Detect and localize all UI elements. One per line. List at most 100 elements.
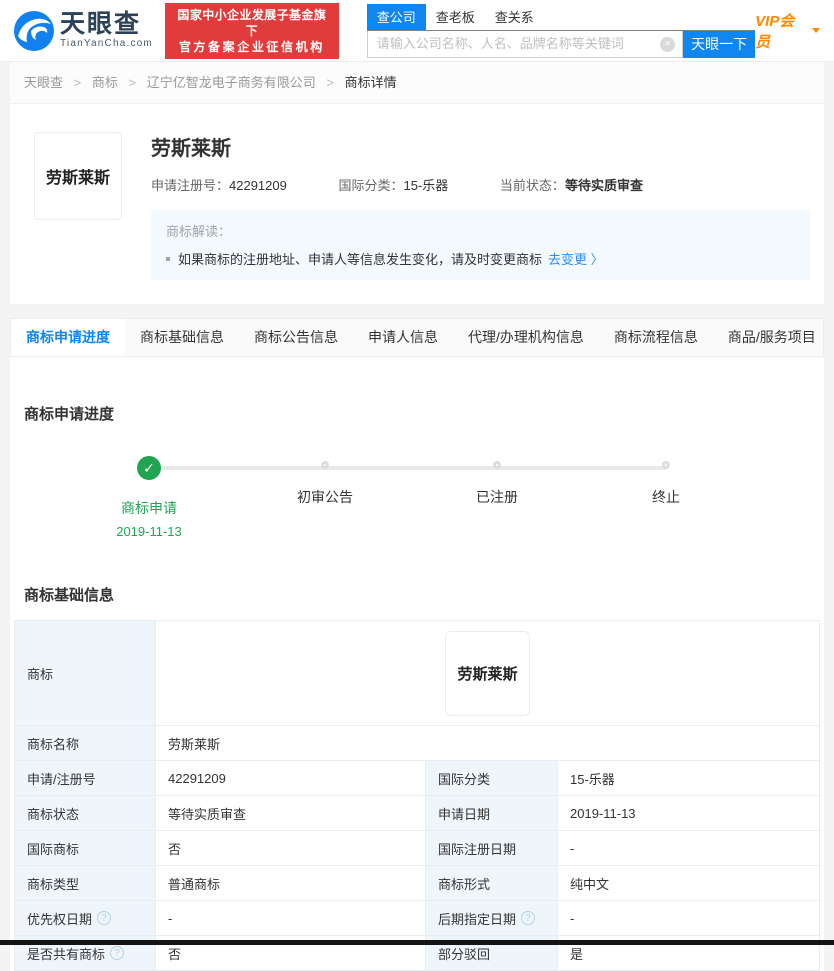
breadcrumb-separator: > — [128, 75, 137, 90]
table-label: 国际分类 — [426, 761, 558, 796]
breadcrumb-trademark[interactable]: 商标 — [92, 75, 118, 90]
step-date: 2019-11-13 — [116, 524, 182, 539]
breadcrumb-current: 商标详情 — [344, 75, 397, 90]
table-value: - — [156, 901, 426, 936]
badge-line2: 官方备案企业征信机构 — [178, 39, 325, 54]
header-search: 查公司 查老板 查关系 × 天眼一下 — [366, 3, 756, 58]
table-value: 2019-11-13 — [558, 796, 820, 831]
vip-menu[interactable]: VIP会员 — [755, 10, 820, 52]
logo-domain: TianYanCha.com — [60, 38, 153, 49]
tab-applicant-info[interactable]: 申请人信息 — [353, 319, 453, 356]
table-label: 商标类型 — [15, 866, 156, 901]
search-tab-boss[interactable]: 查老板 — [426, 4, 485, 30]
table-label: 优先权日期 — [27, 911, 93, 927]
help-icon[interactable]: ? — [110, 946, 125, 960]
check-icon: ✓ — [137, 456, 161, 480]
timeline-step-terminated: 终止 — [586, 446, 746, 507]
detail-tabbar: 商标申请进度 商标基础信息 商标公告信息 申请人信息 代理/办理机构信息 商标流… — [10, 318, 824, 357]
basic-info-table: 商标 劳斯莱斯 商标名称 劳斯莱斯 申请/注册号 42291209 国际分类 1… — [14, 620, 820, 971]
table-label: 商标形式 — [426, 866, 558, 901]
basic-info-section-title: 商标基础信息 — [24, 587, 115, 604]
trademark-overview-card: 劳斯莱斯 劳斯莱斯 申请注册号：42291209 国际分类：15-乐器 当前状态… — [10, 104, 824, 304]
step-label: 已注册 — [476, 489, 518, 505]
table-value: 否 — [156, 831, 426, 866]
trademark-image-small[interactable]: 劳斯莱斯 — [445, 630, 530, 716]
search-button[interactable]: 天眼一下 — [683, 30, 756, 58]
table-label: 商标状态 — [15, 796, 156, 831]
search-input[interactable] — [366, 30, 684, 58]
table-label: 国际商标 — [15, 831, 156, 866]
breadcrumb-company[interactable]: 辽宁亿智龙电子商务有限公司 — [147, 75, 316, 90]
intl-class-value: 15-乐器 — [403, 178, 449, 193]
table-value: 纯中文 — [558, 866, 820, 901]
table-label-with-help: 优先权日期 ? — [15, 901, 156, 936]
application-timeline: ✓ 商标申请 2019-11-13 初审公告 已注册 终止 — [10, 446, 824, 564]
tab-agency-info[interactable]: 代理/办理机构信息 — [453, 319, 599, 356]
search-tabs: 查公司 查老板 查关系 — [366, 3, 756, 31]
trademark-image[interactable]: 劳斯莱斯 — [34, 132, 122, 220]
table-label-with-help: 后期指定日期 ? — [426, 901, 558, 936]
table-value: 劳斯莱斯 — [156, 726, 820, 761]
trademark-tip-box: 商标解读： 如果商标的注册地址、申请人等信息发生变化，请及时变更商标 去变更 〉 — [151, 210, 810, 280]
tianyancha-logo-icon — [14, 10, 54, 51]
tianyancha-logo[interactable]: 天眼查 TianYanCha.com — [14, 10, 153, 51]
official-badge: 国家中小企业发展子基金旗下 官方备案企业征信机构 — [164, 2, 339, 59]
go-change-link[interactable]: 去变更 〉 — [548, 249, 604, 268]
table-label: 后期指定日期 — [438, 911, 517, 927]
pending-dot-icon — [493, 461, 501, 469]
intl-class-label: 国际分类： — [338, 178, 404, 193]
table-label: 商标 — [15, 621, 156, 726]
tab-application-progress[interactable]: 商标申请进度 — [11, 319, 125, 356]
tip-heading: 商标解读： — [166, 224, 232, 239]
table-value: - — [558, 901, 820, 936]
step-label: 终止 — [652, 489, 680, 505]
table-value: 15-乐器 — [558, 761, 820, 796]
progress-section-title: 商标申请进度 — [24, 406, 115, 423]
chevron-down-icon — [812, 28, 820, 33]
table-value: - — [558, 831, 820, 866]
tab-process-info[interactable]: 商标流程信息 — [599, 319, 713, 356]
reg-number-value: 42291209 — [229, 178, 287, 193]
vip-label: VIP会员 — [755, 12, 795, 51]
table-label: 是否共有商标 — [27, 946, 106, 962]
timeline-step-preliminary: 初审公告 — [245, 446, 405, 507]
table-label: 申请日期 — [426, 796, 558, 831]
status-value: 等待实质审查 — [564, 178, 643, 193]
help-icon[interactable]: ? — [97, 911, 112, 925]
table-label: 商标名称 — [15, 726, 156, 761]
reg-number-label: 申请注册号： — [151, 178, 230, 193]
tab-announcement-info[interactable]: 商标公告信息 — [239, 319, 353, 356]
bottom-window-edge — [0, 940, 834, 945]
table-value: 普通商标 — [156, 866, 426, 901]
top-header: 天眼查 TianYanCha.com 国家中小企业发展子基金旗下 官方备案企业征… — [0, 0, 834, 62]
pending-dot-icon — [321, 461, 329, 469]
trademark-meta: 申请注册号：42291209 国际分类：15-乐器 当前状态：等待实质审查 — [151, 175, 810, 194]
breadcrumb-separator: > — [73, 75, 82, 90]
pending-dot-icon — [662, 461, 670, 469]
tab-goods-services[interactable]: 商品/服务项目 — [713, 319, 831, 356]
breadcrumb-home[interactable]: 天眼查 — [24, 75, 63, 90]
timeline-step-registered: 已注册 — [417, 446, 577, 507]
trademark-title: 劳斯莱斯 — [151, 138, 231, 160]
badge-line1: 国家中小企业发展子基金旗下 — [177, 7, 327, 38]
main-content: 商标申请进度 ✓ 商标申请 2019-11-13 初审公告 已注册 终止 商标基… — [10, 357, 824, 971]
step-label: 商标申请 — [121, 500, 177, 516]
search-tab-company[interactable]: 查公司 — [366, 3, 426, 30]
help-icon[interactable]: ? — [521, 911, 536, 925]
tip-text: 如果商标的注册地址、申请人等信息发生变化，请及时变更商标 — [178, 252, 543, 267]
search-tab-relation[interactable]: 查关系 — [485, 4, 544, 30]
table-image-cell: 劳斯莱斯 — [156, 621, 820, 726]
bullet-icon — [166, 256, 170, 261]
table-value: 42291209 — [156, 761, 426, 796]
logo-name: 天眼查 — [60, 10, 142, 38]
table-value: 等待实质审查 — [156, 796, 426, 831]
status-label: 当前状态： — [499, 178, 565, 193]
tab-basic-info[interactable]: 商标基础信息 — [125, 319, 239, 356]
step-label: 初审公告 — [297, 489, 353, 505]
breadcrumb-separator: > — [326, 75, 334, 90]
breadcrumb: 天眼查 > 商标 > 辽宁亿智龙电子商务有限公司 > 商标详情 — [10, 62, 824, 104]
clear-icon[interactable]: × — [660, 36, 676, 52]
table-label: 申请/注册号 — [15, 761, 156, 796]
table-label: 国际注册日期 — [426, 831, 558, 866]
timeline-step-applied: ✓ 商标申请 2019-11-13 — [69, 446, 229, 539]
